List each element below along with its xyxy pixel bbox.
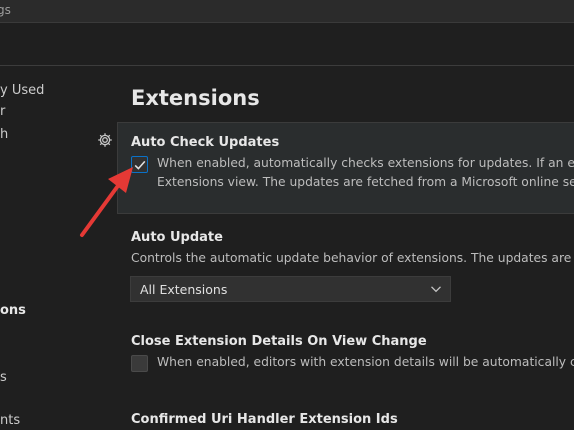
setting-description-auto-check-updates-line1: When enabled, automatically checks exten… <box>157 156 574 170</box>
toc-item-features[interactable]: s <box>0 370 7 385</box>
section-title: Extensions <box>131 86 260 110</box>
annotation-arrow-icon <box>80 167 133 237</box>
toc-item-commonly-used[interactable]: y Used <box>0 83 44 98</box>
chevron-down-icon <box>431 286 441 293</box>
window-title: gs <box>0 3 11 17</box>
setting-description-auto-update: Controls the automatic update behavior o… <box>131 251 574 265</box>
toc-item-workbench[interactable]: h <box>0 127 8 142</box>
toc-item-settings[interactable]: nts <box>0 413 20 428</box>
settings-toc: y Used r h ons s nts <box>0 66 118 430</box>
settings-window: gs y Used r h ons s nts Extensions Auto … <box>0 0 574 430</box>
settings-search-bar[interactable] <box>0 23 574 66</box>
setting-description-auto-check-updates-line2: Extensions view. The updates are fetched… <box>157 175 574 189</box>
toc-item-extensions[interactable]: ons <box>0 303 26 318</box>
toc-item-text-editor[interactable]: r <box>0 104 5 119</box>
setting-title-close-extension-details: Close Extension Details On View Change <box>131 334 427 349</box>
setting-title-auto-check-updates: Auto Check Updates <box>131 135 280 150</box>
auto-update-dropdown[interactable]: All Extensions <box>130 276 451 302</box>
setting-description-close-extension-details: When enabled, editors with extension det… <box>157 355 574 369</box>
dropdown-selected-value: All Extensions <box>140 282 228 297</box>
gear-icon[interactable] <box>97 132 113 148</box>
close-extension-details-checkbox[interactable] <box>131 355 148 372</box>
title-bar: gs <box>0 0 574 23</box>
setting-title-confirmed-uri-handler: Confirmed Uri Handler Extension Ids <box>131 412 398 427</box>
